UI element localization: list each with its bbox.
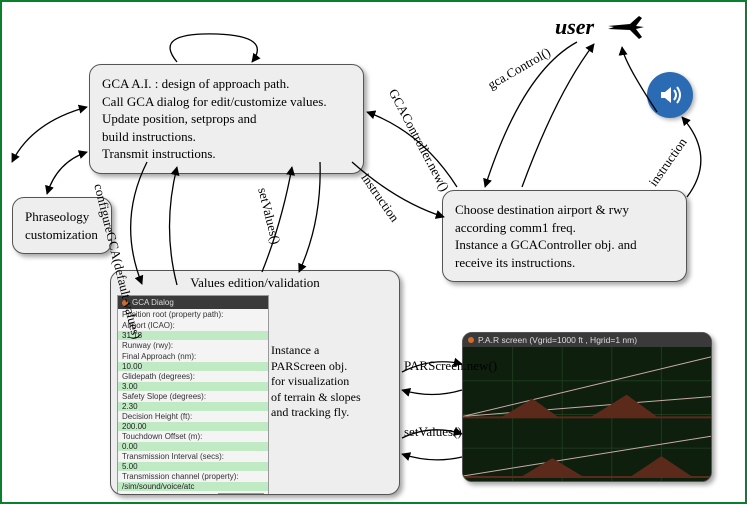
dialog-footer: Start/Stop: [118, 491, 268, 495]
dialog-value[interactable]: 0.00: [118, 442, 268, 451]
dialog-label: Transmission channel (property):: [118, 471, 268, 482]
text-line: PARScreen obj.: [271, 359, 391, 375]
dialog-value[interactable]: 3.00: [118, 382, 268, 391]
values-panel: Values edition/validation GCA Dialog Pos…: [110, 270, 400, 495]
destination-box: Choose destination airport & rwy accordi…: [442, 190, 687, 282]
values-title: Values edition/validation: [111, 271, 399, 293]
par-screen: P.A.R screen (Vgrid=1000 ft , Hgrid=1 nm…: [462, 332, 712, 482]
edge-setvalues-up: setValues(): [254, 186, 283, 246]
gca-ai-box: GCA A.I. : design of approach path. Call…: [89, 64, 364, 174]
edge-instruction1: instruction: [357, 170, 402, 225]
edge-parscreen-new: PARScreen.new(): [404, 358, 497, 374]
values-side-text: Instance a PARScreen obj. for visualizat…: [271, 343, 391, 421]
par-titlebar: P.A.R screen (Vgrid=1000 ft , Hgrid=1 nm…: [463, 333, 711, 347]
dialog-label: Runway (rwy):: [118, 340, 268, 351]
text-line: according comm1 freq.: [455, 219, 674, 237]
dialog-label: Touchdown Offset (m):: [118, 431, 268, 442]
edge-instruction2: instruction: [645, 135, 690, 190]
text-line: Update position, setprops and: [102, 110, 351, 128]
par-body: [463, 347, 711, 481]
text-line: receive its instructions.: [455, 254, 674, 272]
text-line: and tracking fly.: [271, 405, 391, 421]
sound-icon: [647, 72, 693, 118]
airplane-icon: [606, 12, 646, 50]
text-line: Call GCA dialog for edit/customize value…: [102, 93, 351, 111]
text-line: GCA A.I. : design of approach path.: [102, 75, 351, 93]
dialog-label: Decision Height (ft):: [118, 411, 268, 422]
dialog-label: Safety Slope (degrees):: [118, 391, 268, 402]
text-line: Transmit instructions.: [102, 145, 351, 163]
text-line: for visualization: [271, 374, 391, 390]
dialog-label: Transmission Interval (secs):: [118, 451, 268, 462]
text-line: Choose destination airport & rwy: [455, 201, 674, 219]
dialog-label: Final Approach (nm):: [118, 351, 268, 362]
dialog-title: GCA Dialog: [132, 298, 174, 307]
dialog-label: Glidepath (degrees):: [118, 371, 268, 382]
dialog-value[interactable]: 10.00: [118, 362, 268, 371]
dialog-value[interactable]: /sim/sound/voice/atc: [118, 482, 268, 491]
dialog-titlebar: GCA Dialog: [118, 296, 268, 309]
dialog-label: Position root (property path):: [118, 309, 268, 320]
dialog-value[interactable]: 200.00: [118, 422, 268, 431]
par-title: P.A.R screen (Vgrid=1000 ft , Hgrid=1 nm…: [478, 335, 637, 345]
user-label: user: [555, 14, 594, 40]
edge-setvalues-par: setValues(): [404, 424, 462, 440]
text-line: Instance a GCAController obj. and: [455, 236, 674, 254]
text-line: Instance a: [271, 343, 391, 359]
edge-gca-controller-new: GCAController.new(): [385, 86, 453, 194]
start-stop-button[interactable]: Start/Stop: [218, 493, 264, 495]
dialog-value[interactable]: 2.30: [118, 402, 268, 411]
diagram-canvas: user GCA A.I. : design of approach path.…: [0, 0, 747, 504]
window-dot-icon: [468, 337, 474, 343]
text-line: build instructions.: [102, 128, 351, 146]
text-line: of terrain & slopes: [271, 390, 391, 406]
edge-gca-control: gca.Control(): [485, 44, 553, 93]
dialog-value[interactable]: 5.00: [118, 462, 268, 471]
